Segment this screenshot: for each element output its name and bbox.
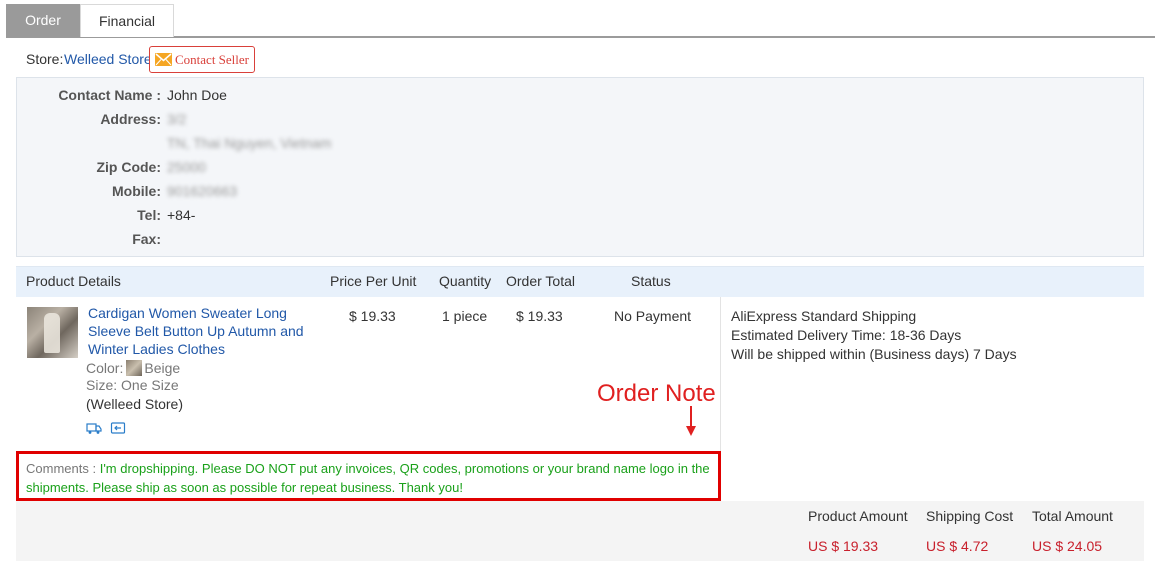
color-value: Beige (144, 360, 181, 376)
product-amount-label: Product Amount (808, 508, 908, 524)
fax-row: Fax: (17, 231, 1143, 247)
size-label: Size: (86, 377, 118, 393)
shipping-cost-label: Shipping Cost (926, 508, 1014, 524)
comment-content: Comments : I'm dropshipping. Please DO N… (26, 459, 716, 497)
tel-value: +84- (167, 207, 196, 223)
header-product-details: Product Details (26, 273, 121, 289)
comment-text: I'm dropshipping. Please DO NOT put any … (26, 461, 710, 495)
shipping-method: AliExpress Standard Shipping (731, 308, 917, 324)
unit-price: $ 19.33 (349, 308, 396, 324)
quantity-value: 1 piece (442, 308, 488, 324)
address-row: Address: 3/2 (17, 111, 1143, 127)
shipping-cost-value: US $ 4.72 (926, 538, 989, 554)
header-order-total: Order Total (506, 273, 575, 289)
mobile-label: Mobile: (112, 183, 161, 199)
store-name-link[interactable]: Welleed Store (64, 51, 152, 67)
tab-bar: Order Financial (6, 4, 1155, 38)
product-amount-value: US $ 19.33 (808, 538, 879, 554)
arrow-down-icon (686, 406, 696, 436)
contact-seller-label: Contact Seller (175, 52, 250, 67)
tab-order[interactable]: Order (6, 4, 80, 37)
order-total-value: $ 19.33 (516, 308, 563, 324)
address-line2-row: TN, Thai Nguyen, Vietnam (17, 135, 1143, 151)
payment-status: No Payment (614, 308, 692, 324)
header-price-per-unit: Price Per Unit (330, 273, 417, 289)
store-label: Store: (26, 51, 64, 67)
mobile-row: Mobile: 901620663 (17, 183, 1143, 199)
contact-name-value: John Doe (167, 87, 227, 103)
return-icon[interactable] (110, 421, 126, 435)
header-status: Status (631, 273, 671, 289)
address-line1-value: 3/2 (167, 111, 187, 127)
tel-label: Tel: (137, 207, 161, 223)
comment-label: Comments : (26, 461, 97, 476)
contact-name-label: Contact Name : (58, 87, 161, 103)
product-color: Color: Beige (86, 360, 180, 376)
total-amount-label: Total Amount (1032, 508, 1113, 524)
address-line2-value: TN, Thai Nguyen, Vietnam (167, 135, 332, 151)
total-amount-value: US $ 24.05 (1032, 538, 1103, 554)
mobile-value: 901620663 (167, 183, 238, 199)
zip-value: 25000 (167, 159, 206, 175)
fax-label: Fax: (132, 231, 161, 247)
contact-name-row: Contact Name : John Doe (17, 87, 1143, 103)
color-swatch (126, 360, 143, 376)
order-table-header: Product Details Price Per Unit Quantity … (16, 266, 1144, 297)
tab-financial[interactable]: Financial (80, 4, 174, 37)
size-value: One Size (121, 377, 179, 393)
contact-seller-button[interactable]: Contact Seller (149, 46, 255, 73)
color-label: Color: (86, 360, 124, 376)
ship-within: Will be shipped within (Business days) 7… (731, 346, 1017, 362)
estimated-delivery: Estimated Delivery Time: 18-36 Days (731, 327, 962, 343)
shipping-address-panel: Contact Name : John Doe Address: 3/2 TN,… (16, 77, 1144, 257)
tel-row: Tel: +84- (17, 207, 1143, 223)
header-quantity: Quantity (439, 273, 492, 289)
product-title-link[interactable]: Cardigan Women Sweater Long Sleeve Belt … (88, 304, 308, 358)
zip-label: Zip Code: (96, 159, 161, 175)
address-label: Address: (100, 111, 161, 127)
vertical-scrollbar[interactable] (1158, 0, 1171, 571)
envelope-icon (155, 53, 172, 66)
order-comment-box: Comments : I'm dropshipping. Please DO N… (16, 451, 721, 501)
order-note-annotation: Order Note (597, 380, 716, 407)
product-thumbnail[interactable] (27, 307, 78, 358)
zip-row: Zip Code: 25000 (17, 159, 1143, 175)
shipping-truck-icon[interactable] (86, 421, 102, 435)
product-store-note: (Welleed Store) (86, 396, 184, 412)
product-size: Size: One Size (86, 377, 179, 393)
